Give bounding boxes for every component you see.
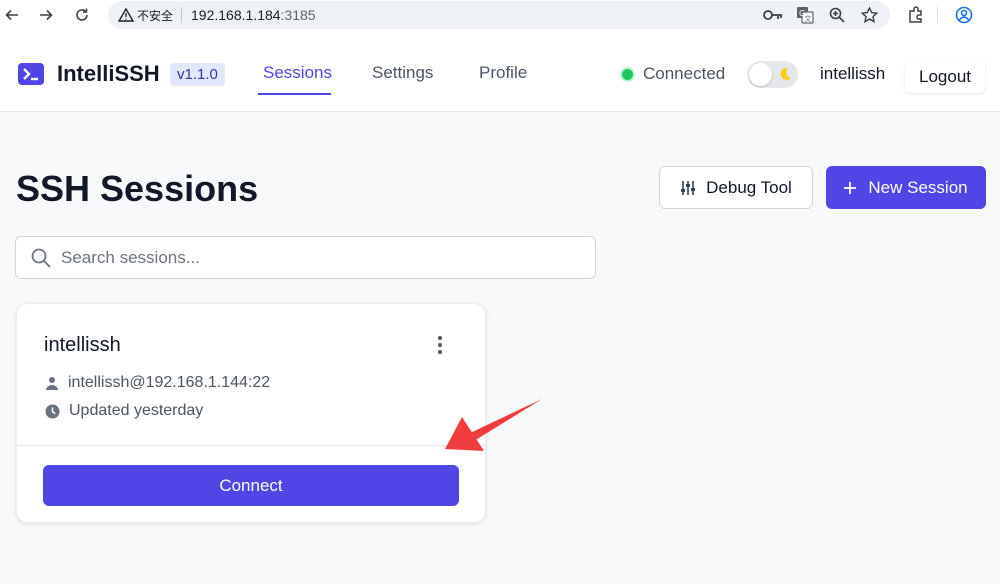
session-updated: Updated yesterday (69, 402, 204, 419)
version-badge: v1.1.0 (170, 63, 225, 86)
session-updated-row: Updated yesterday (45, 402, 203, 420)
nav-settings[interactable]: Settings (372, 63, 433, 83)
reload-icon[interactable] (70, 3, 94, 27)
connection-status-dot (620, 67, 635, 82)
zoom-icon[interactable] (826, 5, 848, 25)
profile-icon[interactable] (953, 5, 975, 25)
security-label: 不安全 (137, 8, 174, 23)
brand-name: IntelliSSH (57, 61, 160, 86)
nav-profile[interactable]: Profile (479, 63, 527, 83)
translate-icon[interactable]: G文 (794, 5, 816, 25)
more-options-icon[interactable] (429, 332, 451, 358)
page-title: SSH Sessions (16, 168, 259, 209)
browser-toolbar: 不安全 192.168.1.184:3185 G文 (0, 0, 1000, 30)
url-host: 192.168.1.184 (191, 7, 281, 23)
theme-toggle[interactable] (747, 61, 798, 88)
url-port: :3185 (280, 7, 316, 23)
debug-tool-label: Debug Tool (706, 177, 792, 197)
toggle-knob (749, 63, 772, 86)
svg-text:文: 文 (805, 14, 812, 23)
plus-icon (844, 181, 857, 194)
session-card: intellissh intellissh@192.168.1.144:22 U… (16, 303, 486, 523)
warning-icon (118, 8, 134, 22)
current-username: intellissh (820, 64, 886, 83)
toolbar-divider (937, 7, 938, 23)
user-icon (45, 376, 59, 390)
session-connection-row: intellissh@192.168.1.144:22 (45, 374, 270, 392)
app-header: IntelliSSH v1.1.0 Sessions Settings Prof… (0, 30, 1000, 112)
search-input[interactable] (61, 247, 581, 268)
sliders-icon (680, 180, 696, 196)
password-key-icon[interactable] (762, 5, 784, 25)
back-icon[interactable] (0, 3, 24, 27)
debug-tool-button[interactable]: Debug Tool (659, 166, 813, 209)
card-divider (17, 445, 485, 446)
search-icon (31, 248, 51, 268)
nav-sessions[interactable]: Sessions (263, 63, 332, 83)
forward-icon[interactable] (34, 3, 58, 27)
address-divider (181, 7, 183, 23)
extensions-icon[interactable] (905, 5, 927, 25)
annotation-arrow-icon (445, 399, 542, 451)
session-connection: intellissh@192.168.1.144:22 (68, 374, 271, 391)
security-indicator[interactable]: 不安全 (118, 7, 173, 24)
url-text[interactable]: 192.168.1.184:3185 (191, 7, 316, 23)
session-name: intellissh (44, 334, 121, 356)
connection-status-label: Connected (643, 64, 726, 83)
bookmark-star-icon[interactable] (858, 5, 880, 25)
search-box[interactable] (15, 236, 596, 279)
new-session-label: New Session (868, 177, 968, 197)
moon-icon (777, 66, 793, 87)
address-bar[interactable]: 不安全 192.168.1.184:3185 G文 (108, 1, 890, 29)
nav-active-indicator (258, 93, 331, 95)
new-session-button[interactable]: New Session (826, 166, 986, 209)
connect-button[interactable]: Connect (43, 465, 459, 506)
terminal-logo-icon (18, 63, 44, 85)
clock-icon (45, 404, 60, 419)
logout-button[interactable]: Logout (905, 60, 985, 93)
